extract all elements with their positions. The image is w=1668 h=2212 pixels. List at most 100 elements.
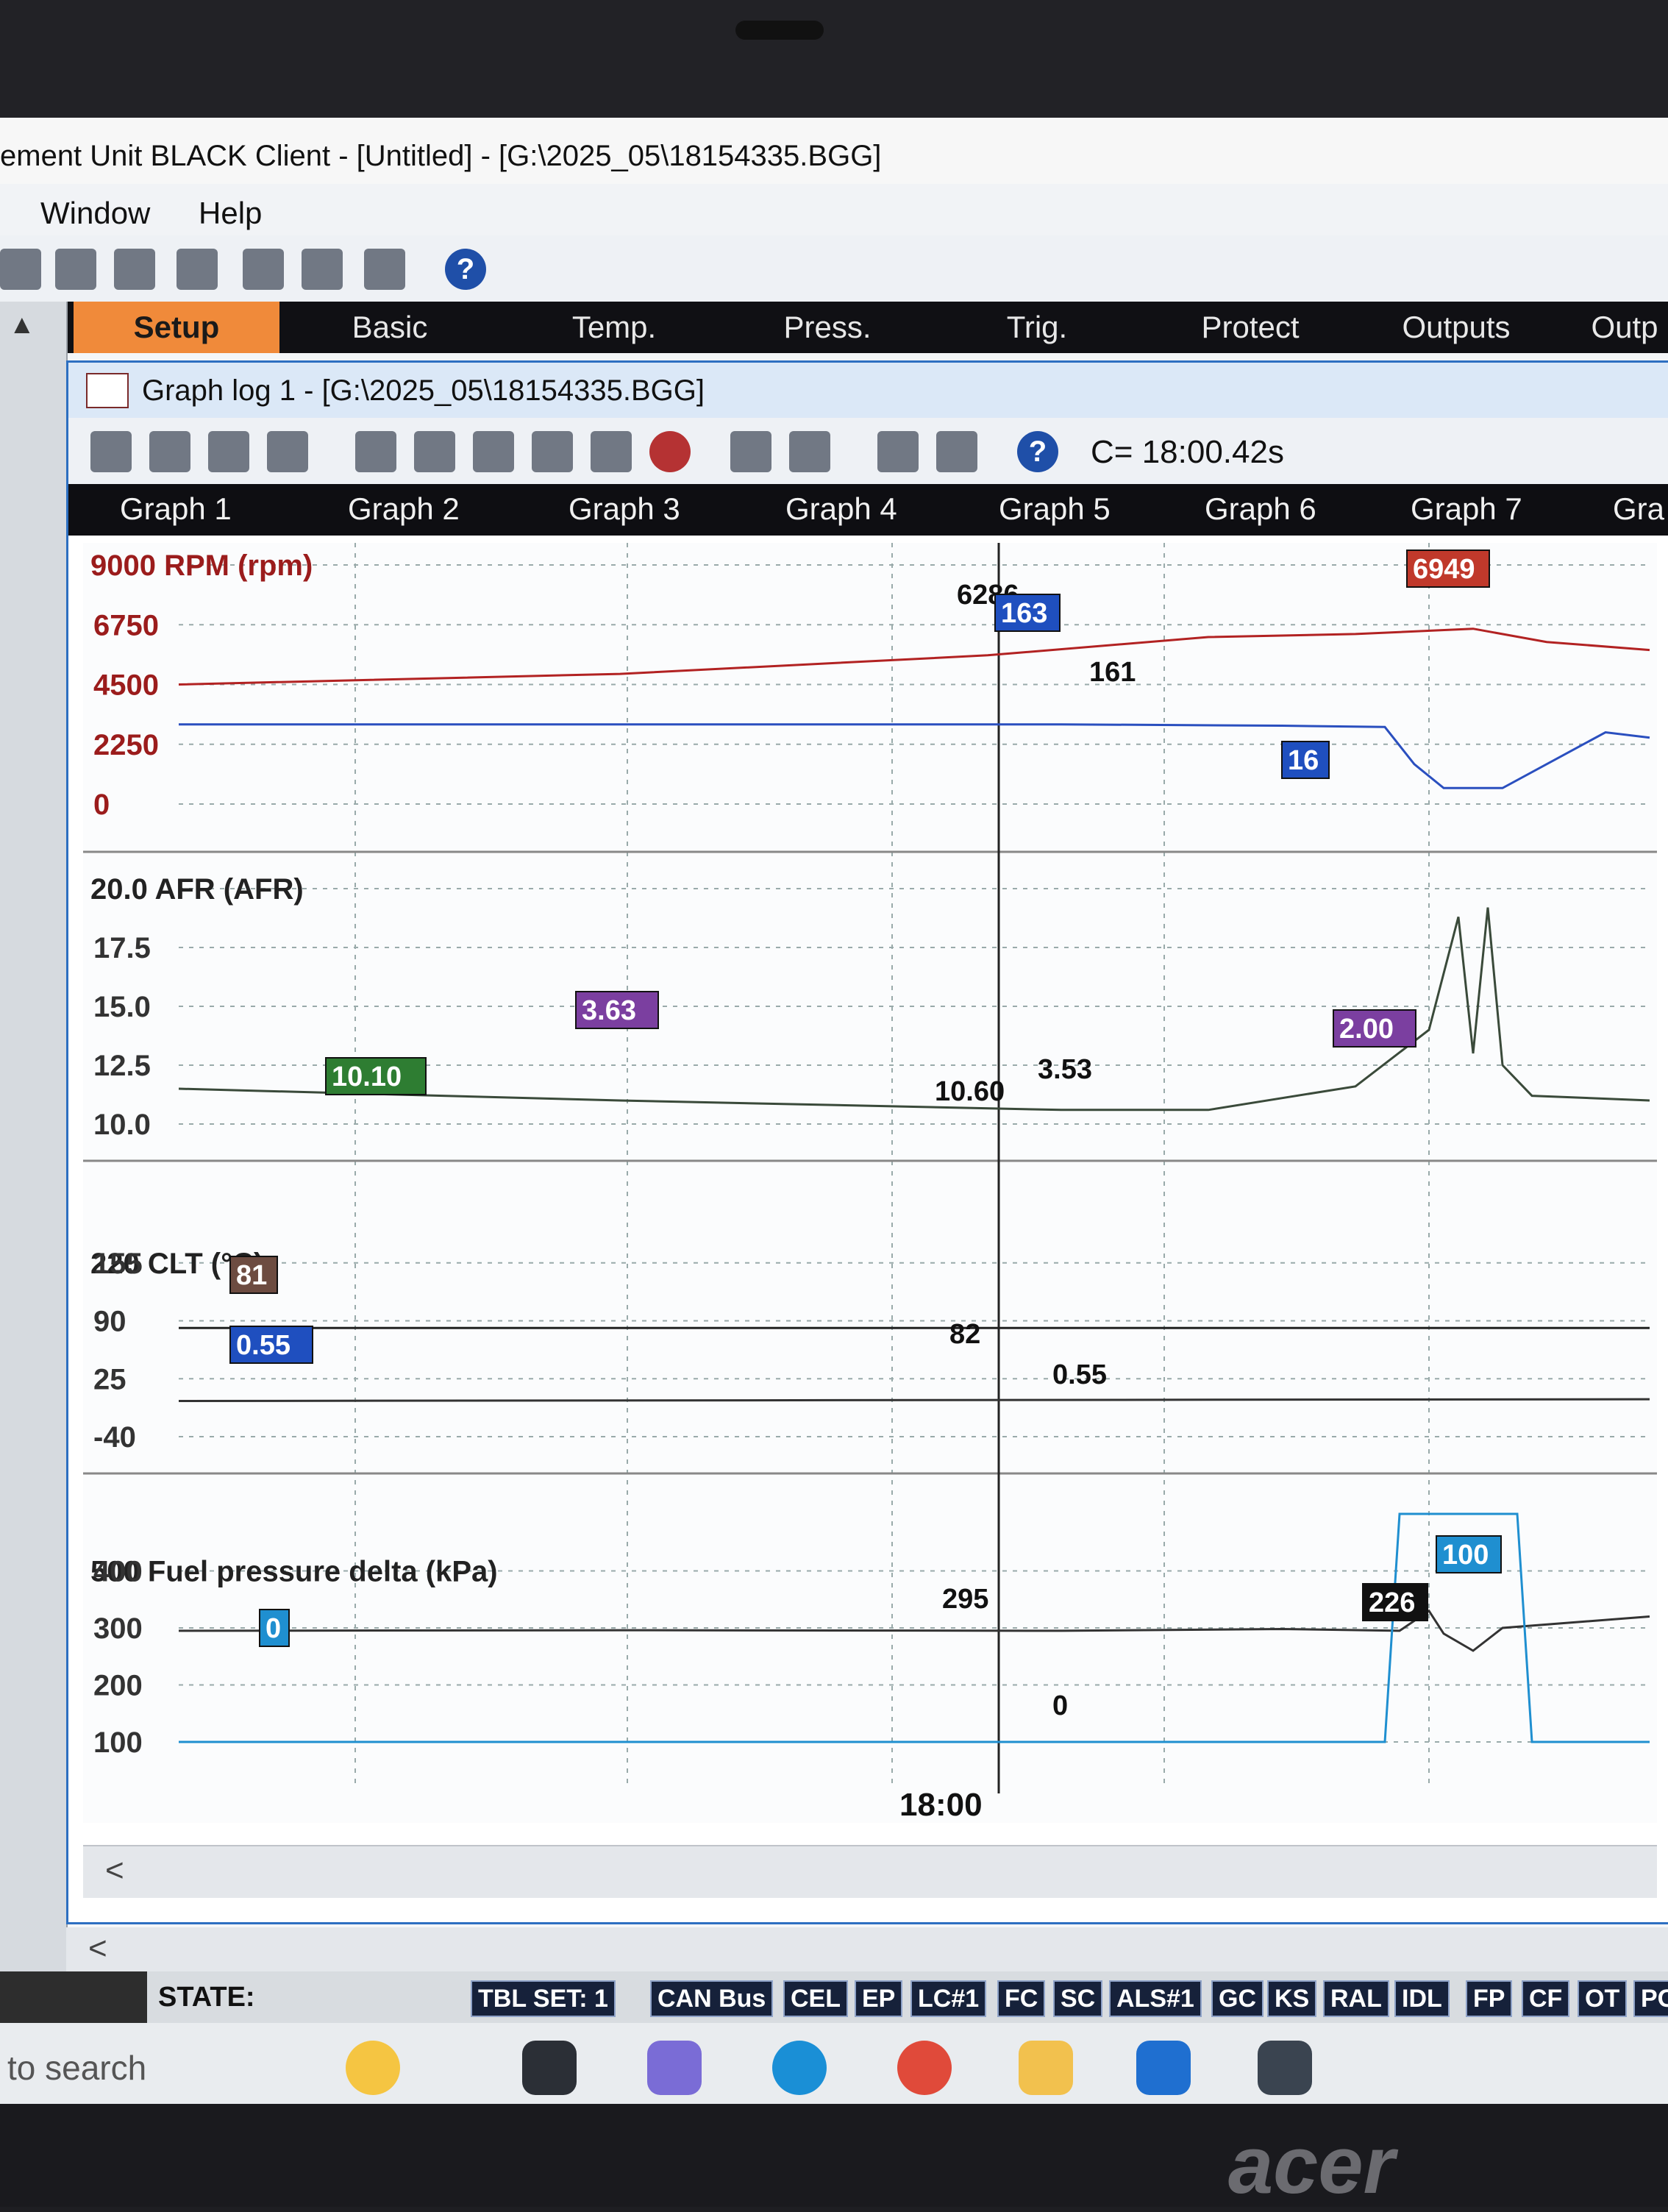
save-icon[interactable] — [90, 431, 132, 472]
open-folder-icon[interactable] — [149, 431, 190, 472]
open-folder-2-icon[interactable] — [208, 431, 249, 472]
edge-browser-icon[interactable] — [772, 2041, 827, 2095]
status-flag: IDL — [1394, 1980, 1450, 2017]
tab-trig[interactable]: Trig. — [956, 302, 1118, 353]
eraser-icon[interactable] — [591, 431, 632, 472]
list-view-icon[interactable] — [0, 249, 41, 290]
laptop-bezel-bottom: acer — [0, 2104, 1668, 2211]
keyboard-icon[interactable] — [114, 249, 155, 290]
tab-graph-8[interactable]: Gra — [1613, 491, 1664, 527]
zoom-search-icon[interactable] — [532, 431, 573, 472]
status-bar: STATE: TBL SET: 1 CAN Bus CEL EP LC#1 FC SC ALS… — [0, 1971, 1668, 2023]
copilot-icon[interactable] — [647, 2041, 702, 2095]
tab-temp[interactable]: Temp. — [530, 302, 699, 353]
chevron-up-icon[interactable]: ▲ — [9, 309, 35, 340]
value-label: 10.10 — [332, 1061, 402, 1092]
zoom-out-icon[interactable] — [414, 431, 455, 472]
tab-graph-1[interactable]: Graph 1 — [120, 491, 232, 527]
graph-tab-bar: Graph 1 Graph 2 Graph 3 Graph 4 Graph 5 … — [68, 484, 1668, 536]
sliders-icon[interactable] — [302, 249, 343, 290]
value-label: 0 — [265, 1613, 281, 1644]
tab-graph-5[interactable]: Graph 5 — [999, 491, 1111, 527]
menu-window[interactable]: Window — [40, 196, 150, 231]
tab-setup[interactable]: Setup — [74, 302, 279, 353]
cursor-time-readout: C= 18:00.42s — [1091, 434, 1284, 470]
status-flag: KS — [1267, 1980, 1317, 2017]
status-flag: EP — [855, 1980, 903, 2017]
task-view-icon[interactable] — [522, 2041, 577, 2095]
tab-graph-3[interactable]: Graph 3 — [569, 491, 680, 527]
tab-graph-2[interactable]: Graph 2 — [348, 491, 460, 527]
menu-help[interactable]: Help — [199, 196, 262, 231]
tab-graph-6[interactable]: Graph 6 — [1205, 491, 1316, 527]
tools-icon[interactable] — [877, 431, 919, 472]
network-icon[interactable] — [177, 249, 218, 290]
taskbar-search[interactable]: to search — [7, 2048, 146, 2088]
tick-label: 12.5 — [93, 1050, 151, 1082]
status-flag: CF — [1522, 1980, 1570, 2017]
tab-graph-7[interactable]: Graph 7 — [1411, 491, 1522, 527]
tab-basic[interactable]: Basic — [309, 302, 471, 353]
tick-label: 155 — [93, 1248, 143, 1280]
value-label: 16 — [1288, 745, 1319, 776]
tab-graph-4[interactable]: Graph 4 — [785, 491, 897, 527]
copilot-sparkle-icon[interactable] — [346, 2041, 400, 2095]
status-flag: RAL — [1323, 1980, 1389, 2017]
graph-log-icon — [86, 373, 129, 408]
record-icon[interactable] — [649, 431, 691, 472]
value-label: 0.55 — [1052, 1359, 1107, 1390]
axis-label: 20.0 AFR (AFR) — [90, 873, 304, 906]
chrome-browser-icon[interactable] — [897, 2041, 952, 2095]
export-icon[interactable] — [267, 431, 308, 472]
tab-press[interactable]: Press. — [743, 302, 912, 353]
tick-label: 6750 — [93, 609, 159, 641]
tab-protect[interactable]: Protect — [1162, 302, 1339, 353]
value-label: 0 — [1052, 1690, 1068, 1721]
tools-icon[interactable] — [364, 249, 405, 290]
value-label: 2.00 — [1339, 1014, 1394, 1045]
tick-label: 10.0 — [93, 1109, 151, 1141]
marker-icon[interactable] — [789, 431, 830, 472]
camera-notch — [735, 21, 824, 40]
status-flag: CAN Bus — [650, 1980, 774, 2017]
detail-list-icon[interactable] — [55, 249, 96, 290]
zoom-fit-icon[interactable] — [473, 431, 514, 472]
window-title: ement Unit BLACK Client - [Untitled] - [… — [0, 140, 882, 172]
tick-label: -40 — [93, 1421, 136, 1454]
tab-outputs[interactable]: Outputs — [1368, 302, 1544, 353]
state-label: STATE: — [158, 1982, 255, 2013]
main-horizontal-scrollbar[interactable]: < — [66, 1927, 1668, 1971]
tick-label: 200 — [93, 1670, 143, 1702]
brand-logo: acer — [1228, 2120, 1395, 2211]
left-side-panel: ▲ — [0, 302, 68, 1994]
main-tab-bar: Setup Basic Temp. Press. Trig. Protect O… — [0, 302, 1668, 353]
status-flag: FP — [1466, 1980, 1513, 2017]
value-label: 295 — [942, 1584, 988, 1615]
value-label: 100 — [1442, 1540, 1489, 1571]
status-block — [0, 1971, 147, 2023]
main-toolbar: ? — [0, 235, 1668, 302]
outlook-icon[interactable] — [1136, 2041, 1191, 2095]
scroll-left-icon[interactable]: < — [105, 1852, 124, 1889]
desktop-screen: ement Unit BLACK Client - [Untitled] - [… — [0, 118, 1668, 2104]
tab-outputs-2[interactable]: Outp — [1581, 302, 1668, 353]
status-flag: SC — [1053, 1980, 1103, 2017]
ecu-client-icon[interactable] — [1258, 2041, 1312, 2095]
value-label: 3.63 — [582, 995, 636, 1026]
plot-horizontal-scrollbar[interactable]: < — [83, 1845, 1657, 1898]
value-label: 3.53 — [1038, 1054, 1092, 1085]
log-plot-area[interactable]: 9000 RPM (rpm) 6750 4500 2250 0 6286 163 161 694… — [83, 543, 1657, 1823]
help-icon[interactable]: ? — [445, 249, 486, 290]
channel-list-icon[interactable] — [730, 431, 771, 472]
measure-icon[interactable] — [936, 431, 977, 472]
document-icon[interactable] — [243, 249, 284, 290]
file-explorer-icon[interactable] — [1019, 2041, 1073, 2095]
log-plot-svg[interactable]: 9000 RPM (rpm)67504500225006286163161694… — [83, 543, 1657, 1823]
status-flag: CEL — [783, 1980, 848, 2017]
screen-bezel — [0, 0, 1668, 118]
help-icon[interactable]: ? — [1017, 431, 1058, 472]
zoom-in-icon[interactable] — [355, 431, 396, 472]
graph-window-titlebar: Graph log 1 - [G:\2025_05\18154335.BGG] — [68, 363, 1668, 418]
scroll-left-icon[interactable]: < — [88, 1930, 107, 1967]
status-flag: LC#1 — [910, 1980, 987, 2017]
